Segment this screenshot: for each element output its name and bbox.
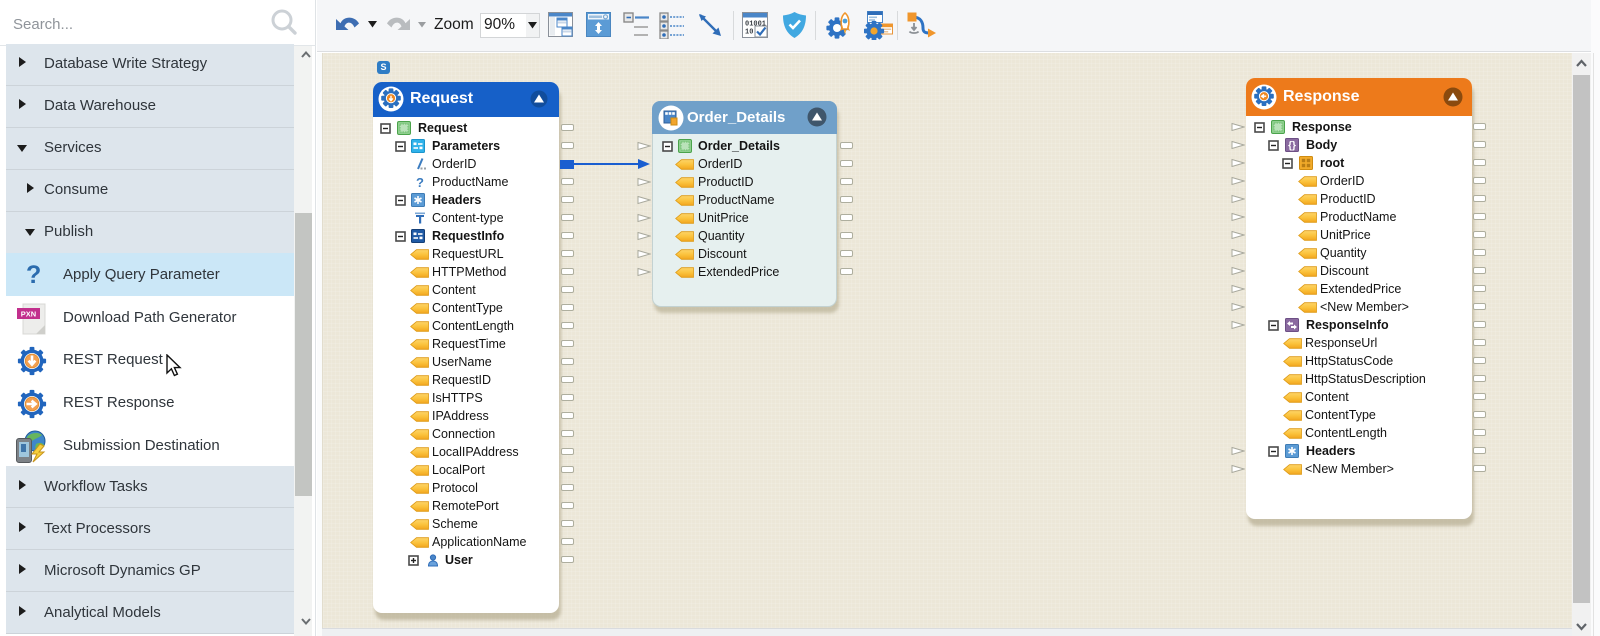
svg-text:PXN: PXN	[21, 310, 36, 319]
svg-text:{}: {}	[1288, 141, 1296, 152]
svg-text:10: 10	[745, 29, 753, 37]
svg-text:?: ?	[416, 175, 424, 189]
